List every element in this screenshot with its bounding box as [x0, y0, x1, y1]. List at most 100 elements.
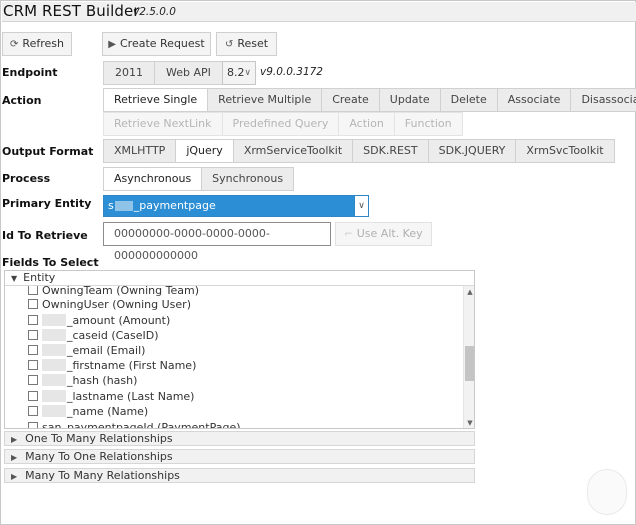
field-item[interactable]: OwningUser (Owning User) [28, 297, 191, 312]
caret-right-icon: ▶ [11, 453, 18, 462]
field-item[interactable]: _email (Email) [28, 343, 145, 358]
output-format-label: Output Format [2, 145, 94, 158]
field-label: _lastname (Last Name) [67, 390, 195, 403]
scroll-thumb[interactable] [465, 346, 474, 381]
endpoint-web-api[interactable]: Web API [155, 61, 223, 85]
one-to-many-label: One To Many Relationships [25, 432, 173, 445]
action-group-secondary: Retrieve NextLink Predefined Query Actio… [103, 112, 463, 136]
reset-label: Reset [237, 37, 269, 50]
field-label: san_paymentpageId (PaymentPage) [42, 421, 241, 429]
redacted-mask [42, 390, 66, 402]
action-associate[interactable]: Associate [497, 88, 572, 112]
format-sdk-rest[interactable]: SDK.REST [353, 139, 429, 163]
action-label: Action [2, 94, 42, 107]
version-select[interactable]: 8.2 ∨ [222, 61, 256, 85]
process-group: Asynchronous Synchronous [103, 167, 295, 191]
action-update[interactable]: Update [379, 88, 441, 112]
reset-button[interactable]: ↺ Reset [216, 32, 277, 56]
use-alt-key-button[interactable]: ⌐ Use Alt. Key [335, 222, 432, 246]
field-label: _email (Email) [67, 344, 146, 357]
chevron-down-icon: ∨ [244, 68, 251, 78]
many-to-many-relationships[interactable]: ▶ Many To Many Relationships [4, 468, 475, 483]
field-item[interactable]: _hash (hash) [28, 373, 137, 388]
app-version: v2.5.0.0 [133, 6, 176, 18]
field-item[interactable]: _lastname (Last Name) [28, 389, 194, 404]
format-jquery[interactable]: jQuery [176, 139, 234, 163]
format-xrmservicetoolkit[interactable]: XrmServiceToolkit [233, 139, 354, 163]
field-item[interactable]: _name (Name) [28, 404, 148, 419]
action-create[interactable]: Create [322, 88, 380, 112]
refresh-button[interactable]: ⟳ Refresh [2, 32, 72, 56]
redacted-mask [42, 374, 66, 386]
action-action[interactable]: Action [339, 112, 395, 136]
process-synchronous[interactable]: Synchronous [202, 167, 295, 191]
action-function[interactable]: Function [394, 112, 463, 136]
caret-right-icon: ▶ [11, 435, 18, 444]
checkbox[interactable] [28, 345, 38, 355]
create-request-button[interactable]: ▶ Create Request [102, 32, 211, 56]
redacted-mask [114, 201, 133, 211]
redacted-mask [42, 329, 66, 341]
redacted-mask [42, 314, 66, 326]
redacted-mask [42, 359, 66, 371]
field-item[interactable]: _caseid (CaseID) [28, 328, 159, 343]
fields-scrollbar[interactable]: ▲ ▼ [463, 286, 474, 428]
checkbox[interactable] [28, 360, 38, 370]
checkbox[interactable] [28, 299, 38, 309]
fields-list: OwningTeam (Owning Team) OwningUser (Own… [5, 283, 463, 429]
action-predefined-query[interactable]: Predefined Query [222, 112, 340, 136]
checkbox[interactable] [28, 406, 38, 416]
entity-section-header[interactable]: ▼ Entity [5, 271, 474, 286]
format-xrmsvctoolkit[interactable]: XrmSvcToolkit [516, 139, 615, 163]
action-delete[interactable]: Delete [440, 88, 498, 112]
process-asynchronous[interactable]: Asynchronous [103, 167, 203, 191]
primary-entity-value: _paymentpage [133, 199, 216, 212]
format-xmlhttp[interactable]: XMLHTTP [103, 139, 177, 163]
reset-icon: ↺ [224, 39, 234, 50]
process-label: Process [2, 172, 51, 185]
refresh-label: Refresh [22, 37, 64, 50]
endpoint-2011[interactable]: 2011 [103, 61, 155, 85]
checkbox[interactable] [28, 315, 38, 325]
checkbox[interactable] [28, 391, 38, 401]
key-icon: ⌐ [344, 229, 353, 240]
scroll-up-icon[interactable]: ▲ [464, 286, 474, 298]
id-to-retrieve-input[interactable]: 00000000-0000-0000-0000-000000000000 [103, 222, 331, 262]
field-item[interactable]: _amount (Amount) [28, 313, 170, 328]
checkbox[interactable] [28, 285, 38, 295]
field-label: _firstname (First Name) [67, 359, 197, 372]
redacted-mask [42, 344, 66, 356]
version-select-value: 8.2 [227, 66, 245, 79]
fields-to-select-label: Fields To Select [2, 256, 99, 269]
id-to-retrieve-label: Id To Retrieve [2, 229, 88, 242]
action-retrieve-single[interactable]: Retrieve Single [103, 88, 209, 112]
many-to-one-relationships[interactable]: ▶ Many To One Relationships [4, 449, 475, 464]
checkbox[interactable] [28, 330, 38, 340]
field-label: OwningUser (Owning User) [42, 298, 191, 311]
field-label: _name (Name) [67, 405, 149, 418]
field-label: _caseid (CaseID) [67, 329, 159, 342]
action-retrieve-multiple[interactable]: Retrieve Multiple [208, 88, 323, 112]
many-to-many-label: Many To Many Relationships [25, 469, 180, 482]
play-icon: ▶ [108, 39, 116, 50]
action-retrieve-nextlink[interactable]: Retrieve NextLink [103, 112, 223, 136]
scroll-down-icon[interactable]: ▼ [464, 417, 474, 428]
title-bar: CRM REST Builder v2.5.0.0 [2, 2, 636, 22]
primary-entity-prefix: s [108, 199, 114, 212]
field-item[interactable]: _firstname (First Name) [28, 358, 196, 373]
endpoint-label: Endpoint [2, 66, 58, 79]
many-to-one-label: Many To One Relationships [25, 450, 173, 463]
app-title: CRM REST Builder [3, 2, 140, 20]
one-to-many-relationships[interactable]: ▶ One To Many Relationships [4, 431, 475, 446]
app-window: CRM REST Builder v2.5.0.0 ⟳ Refresh ▶ Crea… [0, 0, 636, 525]
checkbox[interactable] [28, 375, 38, 385]
use-alt-key-label: Use Alt. Key [356, 227, 423, 240]
entity-section-label: Entity [23, 271, 56, 284]
caret-down-icon: ▼ [11, 274, 18, 283]
primary-entity-select[interactable]: s _paymentpage ∨ [103, 195, 369, 217]
field-item[interactable]: san_paymentpageId (PaymentPage) [28, 420, 241, 429]
action-disassociate[interactable]: Disassociate [571, 88, 636, 112]
format-sdk-jquery[interactable]: SDK.JQUERY [428, 139, 517, 163]
checkbox[interactable] [28, 422, 38, 428]
chevron-down-icon: ∨ [354, 195, 369, 217]
